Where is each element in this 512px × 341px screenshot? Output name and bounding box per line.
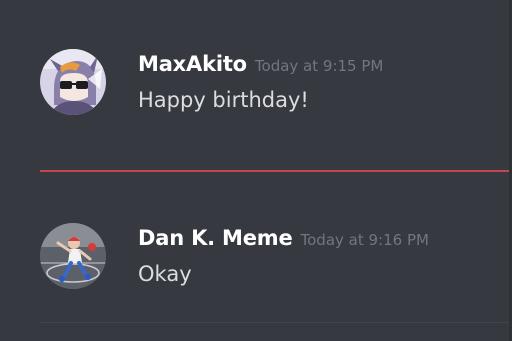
user-avatar[interactable] [40,49,106,115]
message-content: Happy birthday! [138,88,309,112]
username[interactable]: MaxAkito [138,52,247,76]
username[interactable]: Dan K. Meme [138,226,293,250]
chat-message-list[interactable]: MaxAkito Today at 9:15 PM Happy birthday! [0,0,512,341]
message-header: Dan K. Meme Today at 9:16 PM [138,226,429,250]
anime-character-avatar-icon [40,49,106,115]
dancing-character-avatar-icon [40,223,106,289]
message-timestamp: Today at 9:15 PM [254,57,384,75]
new-messages-divider [40,170,512,172]
message-timestamp: Today at 9:16 PM [300,231,429,249]
message-content: Okay [138,262,192,286]
message-item[interactable]: Dan K. Meme Today at 9:16 PM Okay [0,218,512,298]
message-header: MaxAkito Today at 9:15 PM [138,52,383,76]
user-avatar[interactable] [40,223,106,289]
message-divider [40,322,512,323]
message-item[interactable]: MaxAkito Today at 9:15 PM Happy birthday! [0,44,512,124]
